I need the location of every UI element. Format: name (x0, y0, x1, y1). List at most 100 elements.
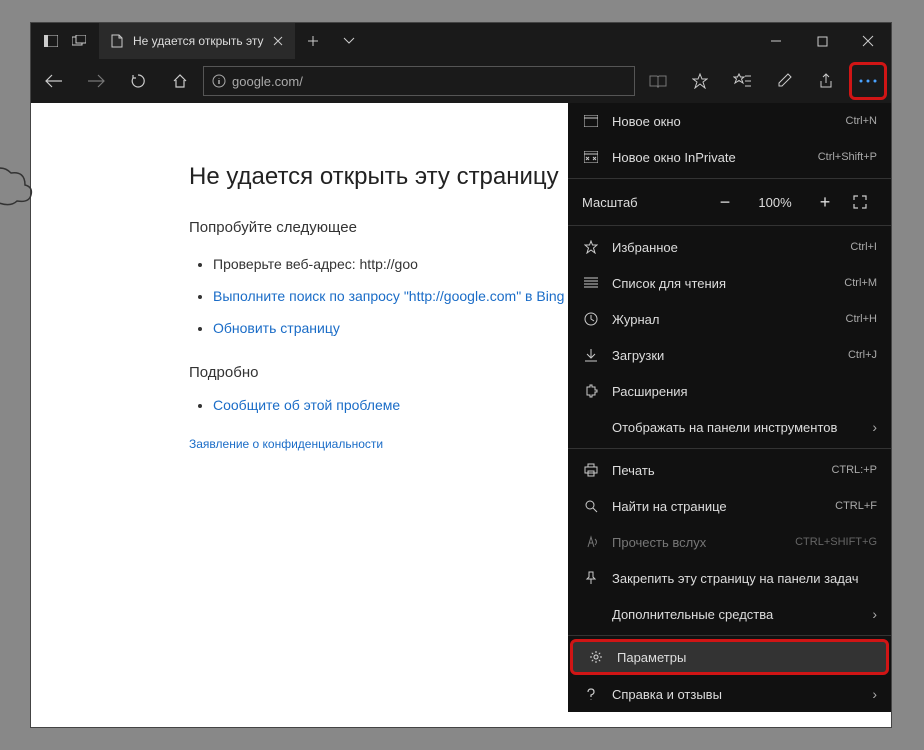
menu-label: Прочесть вслух (612, 535, 783, 550)
new-tab-button[interactable] (295, 35, 331, 47)
error-title: Не удается открыть эту страницу (189, 163, 569, 191)
privacy-link[interactable]: Заявление о конфиденциальности (189, 437, 383, 451)
menu-pin[interactable]: Закрепить эту страницу на панели задач (568, 560, 891, 596)
zoom-value: 100% (753, 195, 797, 210)
menu-label: Параметры (617, 650, 872, 665)
help-icon (582, 687, 600, 701)
menu-label: Дополнительные средства (612, 607, 860, 622)
details-list: Сообщите об этой проблеме (189, 397, 569, 413)
menu-print[interactable]: Печать CTRL:+P (568, 452, 891, 488)
pin-icon (582, 571, 600, 585)
menu-inprivate[interactable]: Новое окно InPrivate Ctrl+Shift+P (568, 139, 891, 175)
tab-aside-icon[interactable] (43, 33, 59, 49)
menu-label: Новое окно InPrivate (612, 150, 806, 165)
home-button[interactable] (161, 62, 199, 100)
share-icon[interactable] (807, 62, 845, 100)
url-text: google.com/ (232, 74, 303, 89)
menu-label: Закрепить эту страницу на панели задач (612, 571, 877, 586)
menu-label: Отображать на панели инструментов (612, 420, 860, 435)
menu-new-window[interactable]: Новое окно Ctrl+N (568, 103, 891, 139)
menu-reading-list[interactable]: Список для чтения Ctrl+M (568, 265, 891, 301)
menu-label: Список для чтения (612, 276, 832, 291)
cloud-illustration-icon (0, 163, 49, 253)
forward-button[interactable] (77, 62, 115, 100)
tab-dropdown-icon[interactable] (331, 37, 367, 45)
menu-history[interactable]: Журнал Ctrl+H (568, 301, 891, 337)
tab-preview-icon[interactable] (71, 33, 87, 49)
reading-list-icon (582, 277, 600, 289)
page-icon (109, 33, 125, 49)
menu-shortcut: Ctrl+Shift+P (818, 151, 877, 163)
menu-zoom: Масштаб − 100% + (568, 182, 891, 222)
menu-show-in-toolbar[interactable]: Отображать на панели инструментов › (568, 409, 891, 445)
menu-label: Журнал (612, 312, 834, 327)
menu-shortcut: Ctrl+M (844, 277, 877, 289)
zoom-in-button[interactable]: + (813, 192, 837, 213)
try-label: Попробуйте следующее (189, 219, 569, 236)
fullscreen-button[interactable] (853, 195, 877, 209)
menu-label: Найти на странице (612, 499, 823, 514)
search-icon (582, 499, 600, 513)
menu-more-tools[interactable]: Дополнительные средства › (568, 596, 891, 632)
back-button[interactable] (35, 62, 73, 100)
menu-shortcut: Ctrl+J (848, 349, 877, 361)
menu-shortcut: Ctrl+I (850, 241, 877, 253)
suggestion-list: Проверьте веб-адрес: http://goo Выполнит… (189, 256, 569, 336)
tab-close-icon[interactable] (271, 34, 285, 48)
chevron-right-icon: › (872, 606, 877, 622)
menu-shortcut: CTRL+SHIFT+G (795, 536, 877, 548)
menu-shortcut: CTRL+F (835, 500, 877, 512)
menu-settings[interactable]: Параметры (570, 639, 889, 675)
zoom-out-button[interactable]: − (713, 192, 737, 213)
suggestion-refresh: Обновить страницу (213, 320, 569, 336)
download-icon (582, 348, 600, 362)
report-link[interactable]: Сообщите об этой проблеме (213, 397, 400, 413)
favorite-star-icon[interactable] (681, 62, 719, 100)
menu-read-aloud: Прочесть вслух CTRL+SHIFT+G (568, 524, 891, 560)
details-label: Подробно (189, 364, 569, 381)
minimize-button[interactable] (753, 23, 799, 59)
menu-label: Расширения (612, 384, 877, 399)
menu-shortcut: Ctrl+H (846, 313, 877, 325)
history-icon (582, 312, 600, 326)
star-icon (582, 240, 600, 254)
chevron-right-icon: › (872, 419, 877, 435)
close-window-button[interactable] (845, 23, 891, 59)
menu-label: Печать (612, 463, 819, 478)
site-info-icon[interactable] (212, 74, 226, 88)
menu-favorites[interactable]: Избранное Ctrl+I (568, 229, 891, 265)
favorites-list-icon[interactable] (723, 62, 761, 100)
reading-view-icon[interactable] (639, 62, 677, 100)
menu-label: Справка и отзывы (612, 687, 860, 702)
print-icon (582, 463, 600, 477)
menu-extensions[interactable]: Расширения (568, 373, 891, 409)
refresh-button[interactable] (119, 62, 157, 100)
settings-menu: Новое окно Ctrl+N Новое окно InPrivate C… (568, 103, 891, 712)
menu-label: Избранное (612, 240, 838, 255)
browser-tab[interactable]: Не удается открыть эту (99, 23, 295, 59)
tab-title: Не удается открыть эту (133, 34, 263, 48)
refresh-link[interactable]: Обновить страницу (213, 320, 340, 336)
extensions-icon (582, 384, 600, 398)
menu-find[interactable]: Найти на странице CTRL+F (568, 488, 891, 524)
search-link[interactable]: Выполните поиск по запросу "http://googl… (213, 288, 564, 304)
titlebar-left-icons (31, 33, 99, 49)
suggestion-search: Выполните поиск по запросу "http://googl… (213, 288, 569, 304)
menu-help[interactable]: Справка и отзывы › (568, 676, 891, 712)
menu-label: Загрузки (612, 348, 836, 363)
suggestion-check: Проверьте веб-адрес: http://goo (213, 256, 569, 272)
maximize-button[interactable] (799, 23, 845, 59)
menu-shortcut: Ctrl+N (846, 115, 877, 127)
inprivate-icon (582, 151, 600, 163)
address-bar[interactable]: google.com/ (203, 66, 635, 96)
window-icon (582, 115, 600, 127)
browser-window: Не удается открыть эту (30, 22, 892, 728)
menu-downloads[interactable]: Загрузки Ctrl+J (568, 337, 891, 373)
read-aloud-icon (582, 535, 600, 549)
title-bar: Не удается открыть эту (31, 23, 891, 59)
zoom-label: Масштаб (582, 195, 697, 210)
gear-icon (587, 650, 605, 664)
notes-icon[interactable] (765, 62, 803, 100)
more-button[interactable] (849, 62, 887, 100)
menu-label: Новое окно (612, 114, 834, 129)
